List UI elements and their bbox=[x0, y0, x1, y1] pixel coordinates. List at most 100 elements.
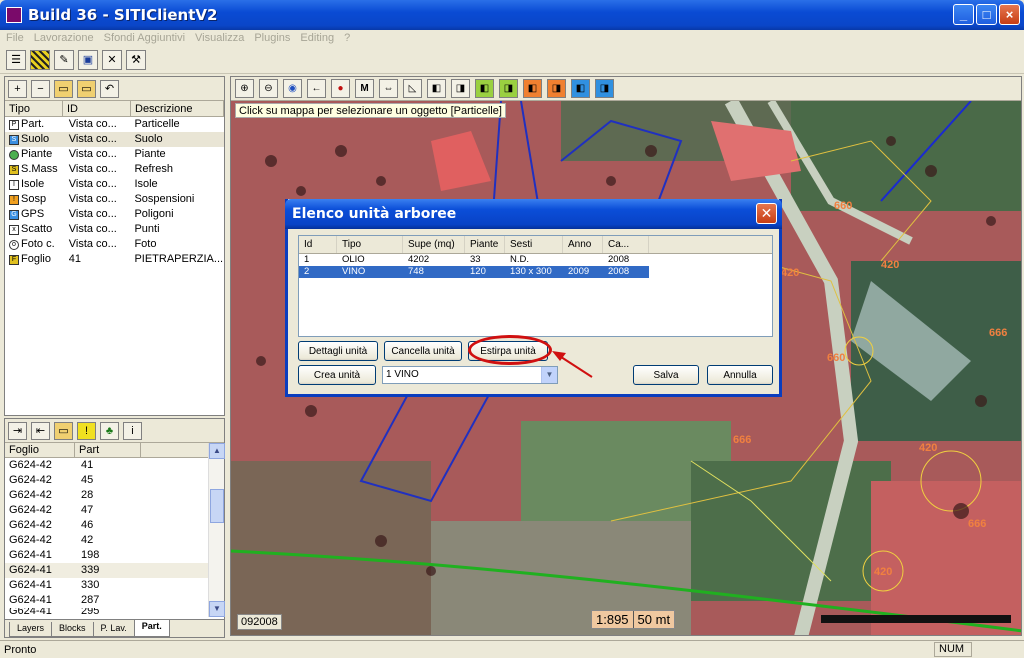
nav-left-icon[interactable]: ◧ bbox=[427, 79, 446, 98]
back-icon[interactable]: ← bbox=[307, 79, 326, 98]
tab-part[interactable]: Part. bbox=[133, 620, 170, 637]
layer-row[interactable]: x Scatto Vista co... Punti bbox=[5, 222, 224, 237]
layer-row[interactable]: o Piante Vista co... Piante bbox=[5, 147, 224, 162]
save-icon[interactable]: ▣ bbox=[78, 49, 98, 70]
parcel-row[interactable]: G624-41 339 bbox=[5, 563, 209, 578]
export-icon[interactable]: ⇤ bbox=[31, 421, 50, 440]
select-icon[interactable]: ● bbox=[331, 79, 350, 98]
col-piante[interactable]: Piante bbox=[465, 236, 505, 253]
details-button[interactable]: Dettagli unità bbox=[298, 341, 378, 361]
maximize-button[interactable]: □ bbox=[976, 4, 997, 25]
tab-layers[interactable]: Layers bbox=[9, 622, 53, 637]
layer-desc: Suolo bbox=[134, 133, 163, 145]
parcel-row[interactable]: G624-41 287 bbox=[5, 593, 209, 608]
layers-icon[interactable]: ☰ bbox=[6, 49, 26, 70]
orange-right-icon[interactable]: ◨ bbox=[547, 79, 566, 98]
layer-row[interactable]: S S.Mass Vista co... Refresh bbox=[5, 162, 224, 177]
extent-icon[interactable]: ⇔ bbox=[379, 79, 398, 98]
open-folder-icon[interactable]: ▭ bbox=[54, 79, 73, 98]
scale-ratio: 1:895 bbox=[596, 612, 629, 627]
menu-visualizza[interactable]: Visualizza bbox=[195, 32, 244, 44]
menu-sfondi[interactable]: Sfondi Aggiuntivi bbox=[104, 32, 185, 44]
tree-icon[interactable]: ♣ bbox=[100, 421, 119, 440]
alert-icon[interactable]: ! bbox=[77, 421, 96, 440]
parcel-part: 46 bbox=[81, 519, 94, 531]
menu-file[interactable]: File bbox=[6, 32, 24, 44]
nav-right-icon[interactable]: ◨ bbox=[451, 79, 470, 98]
chevron-down-icon[interactable]: ▼ bbox=[541, 367, 557, 383]
pattern-icon[interactable] bbox=[30, 49, 50, 70]
close-button[interactable]: × bbox=[999, 4, 1020, 25]
layer-row[interactable]: S Suolo Vista co... Suolo bbox=[5, 132, 224, 147]
orange-left-icon[interactable]: ◧ bbox=[523, 79, 542, 98]
create-unit-button[interactable]: Crea unità bbox=[298, 365, 376, 385]
col-ca[interactable]: Ca... bbox=[603, 236, 649, 253]
add-icon[interactable]: + bbox=[8, 79, 27, 98]
layer-id: 41 bbox=[68, 253, 81, 265]
parcel-row[interactable]: G624-42 42 bbox=[5, 533, 209, 548]
save-folder-icon[interactable]: ▭ bbox=[77, 79, 96, 98]
col-foglio[interactable]: Foglio bbox=[5, 443, 75, 457]
measure-icon[interactable]: M bbox=[355, 79, 374, 98]
layer-desc: Isole bbox=[134, 178, 158, 190]
folder-icon[interactable]: ▭ bbox=[54, 421, 73, 440]
tab-blocks[interactable]: Blocks bbox=[51, 622, 94, 637]
green-right-icon[interactable]: ◨ bbox=[499, 79, 518, 98]
scroll-up-icon[interactable]: ▲ bbox=[209, 443, 225, 459]
menu-help[interactable]: ? bbox=[344, 32, 350, 44]
minimize-button[interactable]: _ bbox=[953, 4, 974, 25]
layer-row[interactable]: F Foglio 41 PIETRAPERZIA... bbox=[5, 252, 224, 267]
zoom-in-icon[interactable]: ⊕ bbox=[235, 79, 254, 98]
col-anno[interactable]: Anno bbox=[563, 236, 603, 253]
col-id[interactable]: ID bbox=[63, 101, 131, 116]
parcel-row[interactable]: G624-42 28 bbox=[5, 488, 209, 503]
undo-icon[interactable]: ↶ bbox=[100, 79, 119, 98]
tab-plav[interactable]: P. Lav. bbox=[92, 622, 135, 637]
menu-plugins[interactable]: Plugins bbox=[254, 32, 290, 44]
col-sesti[interactable]: Sesti bbox=[505, 236, 563, 253]
layer-tipo: Piante bbox=[21, 148, 53, 160]
blue-right-icon[interactable]: ◨ bbox=[595, 79, 614, 98]
layer-row[interactable]: o Foto c. Vista co... Foto bbox=[5, 237, 224, 252]
parcel-row[interactable]: G624-42 47 bbox=[5, 503, 209, 518]
parcel-row[interactable]: G624-42 46 bbox=[5, 518, 209, 533]
col-id[interactable]: Id bbox=[299, 236, 337, 253]
scroll-down-icon[interactable]: ▼ bbox=[209, 601, 225, 617]
parcel-row[interactable]: G624-41 330 bbox=[5, 578, 209, 593]
unit-combo[interactable]: 1 VINO ▼ bbox=[382, 366, 558, 384]
col-part[interactable]: Part bbox=[75, 443, 141, 457]
parcel-row[interactable]: G624-42 41 bbox=[5, 458, 209, 473]
parcel-row[interactable]: G624-42 45 bbox=[5, 473, 209, 488]
info-icon[interactable]: i bbox=[123, 421, 142, 440]
blue-left-icon[interactable]: ◧ bbox=[571, 79, 590, 98]
layer-row[interactable]: P Part. Vista co... Particelle bbox=[5, 117, 224, 132]
menu-lavorazione[interactable]: Lavorazione bbox=[34, 32, 94, 44]
zoom-out-icon[interactable]: ⊖ bbox=[259, 79, 278, 98]
save-button[interactable]: Salva bbox=[633, 365, 699, 385]
close-doc-icon[interactable]: ✕ bbox=[102, 49, 122, 70]
layer-row[interactable]: ! Sosp Vista co... Sospensioni bbox=[5, 192, 224, 207]
tool-icon[interactable]: ⚒ bbox=[126, 49, 146, 70]
parcel-row[interactable]: G624-41 295 bbox=[5, 608, 209, 615]
delete-unit-button[interactable]: Cancella unità bbox=[384, 341, 462, 361]
col-supe[interactable]: Supe (mq) bbox=[403, 236, 465, 253]
layer-row[interactable]: G GPS Vista co... Poligoni bbox=[5, 207, 224, 222]
unit-row[interactable]: 1 OLIO 4202 33 N.D. 2008 bbox=[299, 254, 649, 266]
col-descrizione[interactable]: Descrizione bbox=[131, 101, 224, 116]
parcels-scrollbar[interactable]: ▲ ▼ bbox=[208, 443, 225, 617]
zoom-window-icon[interactable]: ◉ bbox=[283, 79, 302, 98]
parcel-row[interactable]: G624-41 198 bbox=[5, 548, 209, 563]
dialog-close-icon[interactable]: ✕ bbox=[756, 203, 777, 224]
col-tipo[interactable]: Tipo bbox=[5, 101, 63, 116]
col-tipo[interactable]: Tipo bbox=[337, 236, 403, 253]
green-left-icon[interactable]: ◧ bbox=[475, 79, 494, 98]
edit-icon[interactable]: ✎ bbox=[54, 49, 74, 70]
layer-row[interactable]: I Isole Vista co... Isole bbox=[5, 177, 224, 192]
remove-icon[interactable]: − bbox=[31, 79, 50, 98]
cancel-button[interactable]: Annulla bbox=[707, 365, 773, 385]
unit-row-selected[interactable]: 2 VINO 748 120 130 x 300 2009 2008 bbox=[299, 266, 649, 278]
import-icon[interactable]: ⇥ bbox=[8, 421, 27, 440]
scroll-thumb[interactable] bbox=[210, 489, 224, 523]
menu-editing[interactable]: Editing bbox=[300, 32, 334, 44]
ruler-icon[interactable]: ◺ bbox=[403, 79, 422, 98]
